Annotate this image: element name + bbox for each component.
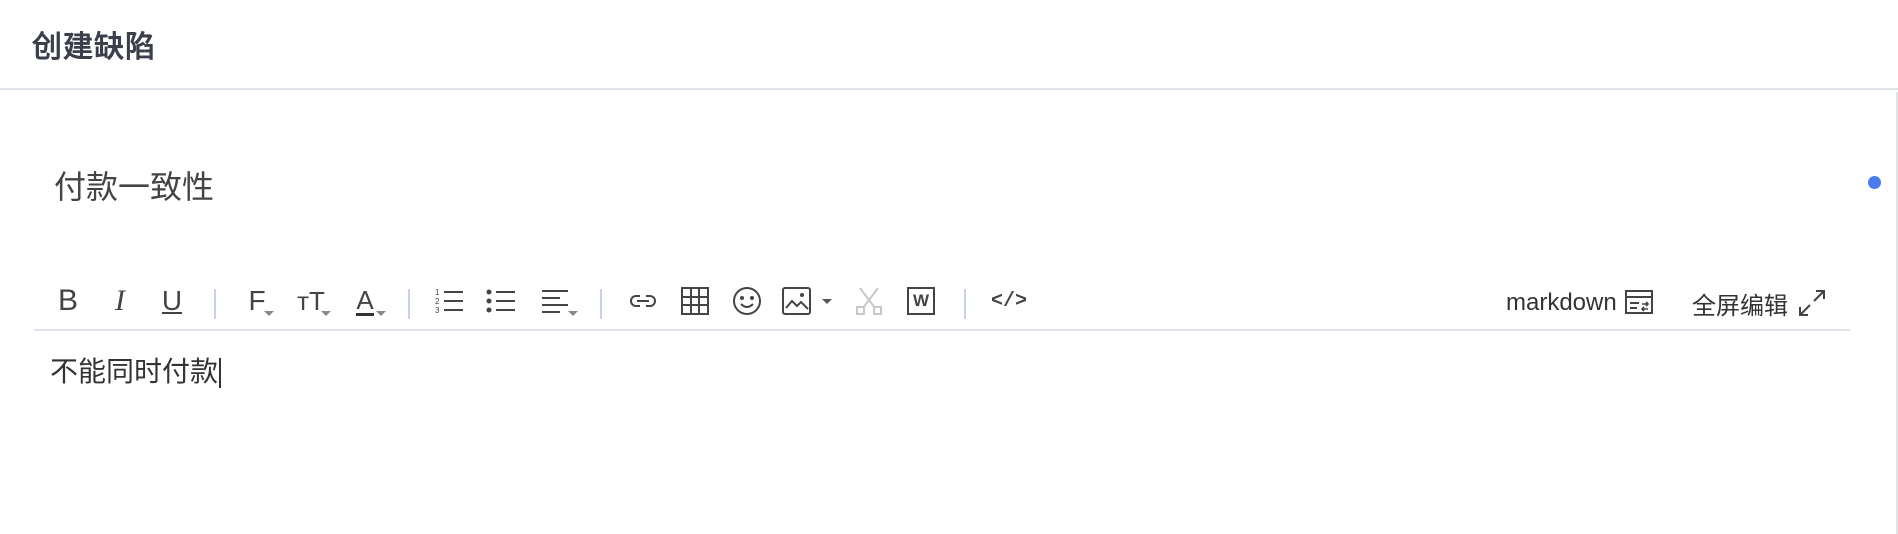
italic-icon: I (115, 284, 125, 317)
code-icon: </> (990, 289, 1027, 313)
expand-icon (1799, 290, 1825, 316)
font-family-button[interactable]: F (238, 279, 276, 323)
ordered-list-icon: 1 2 3 (435, 288, 463, 315)
underline-icon: U (161, 285, 183, 316)
emoji-button[interactable] (730, 279, 764, 323)
font-size-button[interactable]: тT (290, 279, 332, 323)
link-button[interactable] (626, 279, 660, 323)
underline-button[interactable]: U (156, 279, 188, 323)
editor-content[interactable]: 不能同时付款 (50, 350, 222, 390)
italic-button[interactable]: I (104, 279, 136, 323)
bold-icon: B (57, 284, 78, 317)
image-icon (782, 287, 811, 315)
fullscreen-label: 全屏编辑 (1692, 291, 1788, 320)
toolbar-separator (408, 289, 410, 319)
unordered-list-icon (486, 289, 515, 313)
chevron-down-icon (568, 311, 578, 316)
svg-text:2: 2 (435, 297, 440, 306)
toolbar-separator (214, 289, 216, 319)
image-button[interactable] (782, 279, 838, 323)
defect-title-input[interactable] (54, 160, 1834, 210)
font-family-icon: F (248, 285, 266, 316)
bold-button[interactable]: B (52, 279, 84, 323)
table-button[interactable] (678, 279, 712, 323)
ordered-list-button[interactable]: 1 2 3 (432, 279, 466, 323)
required-dot-indicator (1868, 176, 1881, 189)
unordered-list-button[interactable] (484, 279, 518, 323)
svg-text:3: 3 (435, 306, 440, 315)
editor-toolbar: B I U F тT A 1 2 3 W </> markdown 全屏编辑 (34, 275, 1850, 331)
editor-text: 不能同时付款 (50, 355, 219, 388)
table-icon (681, 287, 709, 315)
markdown-label: markdown (1506, 289, 1617, 316)
font-color-icon: A (356, 284, 374, 316)
word-icon: W (907, 287, 935, 315)
align-button[interactable] (534, 279, 578, 323)
cut-button[interactable] (852, 279, 886, 323)
chevron-down-icon (264, 311, 274, 316)
chevron-down-icon (376, 311, 386, 316)
fullscreen-edit-button[interactable]: 全屏编辑 (1692, 285, 1828, 321)
code-button[interactable]: </> (988, 279, 1030, 323)
toolbar-separator (964, 289, 966, 319)
svg-text:1: 1 (435, 288, 440, 297)
align-icon (542, 290, 568, 313)
link-icon (630, 295, 656, 307)
page-header: 创建缺陷 (0, 0, 1898, 90)
font-color-button[interactable]: A (344, 279, 386, 323)
toolbar-separator (600, 289, 602, 319)
markdown-icon (1624, 290, 1653, 314)
chevron-down-icon (822, 299, 832, 304)
page-title: 创建缺陷 (32, 30, 156, 65)
word-import-button[interactable]: W (904, 279, 938, 323)
chevron-down-icon (321, 311, 331, 316)
emoji-icon (733, 287, 761, 315)
markdown-toggle-button[interactable]: markdown (1506, 285, 1655, 321)
scissors-icon (856, 287, 882, 315)
text-cursor (219, 358, 222, 388)
